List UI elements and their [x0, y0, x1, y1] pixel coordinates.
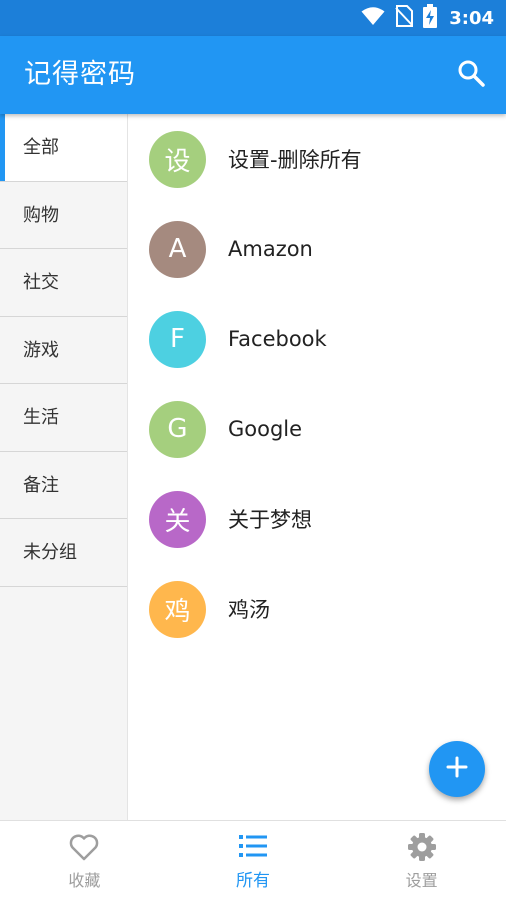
gear-icon	[407, 831, 437, 863]
nav-label: 设置	[405, 870, 438, 890]
nav-favorites[interactable]: 收藏	[0, 821, 169, 900]
app-bar: 记得密码	[0, 36, 506, 114]
status-time: 3:04	[449, 7, 494, 29]
sidebar-item-social[interactable]: 社交	[0, 249, 127, 317]
list-item[interactable]: F Facebook	[128, 294, 506, 384]
avatar: A	[149, 220, 206, 278]
nav-label: 收藏	[68, 870, 101, 890]
list-item-label: 鸡汤	[228, 598, 270, 622]
add-entry-button[interactable]	[429, 741, 485, 797]
avatar: 关	[149, 490, 206, 548]
list-icon	[238, 830, 268, 862]
search-button[interactable]	[454, 58, 488, 92]
avatar: 设	[149, 130, 206, 188]
status-bar: 3:04	[0, 0, 506, 36]
category-sidebar: 全部 购物 社交 游戏 生活 备注 未分组	[0, 114, 128, 820]
plus-icon	[445, 755, 469, 783]
no-sim-icon	[395, 5, 414, 31]
nav-settings[interactable]: 设置	[337, 821, 506, 900]
bottom-navigation: 收藏 所有 设置	[0, 820, 506, 900]
password-entry-list: 设 设置-删除所有 A Amazon F Facebook G Google 关…	[128, 114, 506, 820]
app-title: 记得密码	[24, 59, 136, 90]
search-icon	[457, 59, 485, 91]
wifi-icon	[361, 6, 385, 30]
list-item-label: Facebook	[228, 327, 327, 351]
avatar: 鸡	[149, 580, 206, 638]
list-item-label: Amazon	[228, 237, 313, 261]
list-item[interactable]: G Google	[128, 384, 506, 474]
list-item[interactable]: 鸡 鸡汤	[128, 564, 506, 654]
battery-charging-icon	[423, 4, 438, 32]
sidebar-item-games[interactable]: 游戏	[0, 317, 127, 384]
list-item[interactable]: 关 关于梦想	[128, 474, 506, 564]
list-item-label: 关于梦想	[228, 508, 312, 532]
sidebar-item-life[interactable]: 生活	[0, 384, 127, 452]
sidebar-item-shopping[interactable]: 购物	[0, 182, 127, 249]
list-item[interactable]: A Amazon	[128, 204, 506, 294]
status-icons: 3:04	[361, 0, 494, 36]
avatar: G	[149, 400, 206, 458]
sidebar-item-all[interactable]: 全部	[0, 114, 127, 182]
sidebar-item-notes[interactable]: 备注	[0, 452, 127, 519]
sidebar-item-ungrouped[interactable]: 未分组	[0, 519, 127, 587]
heart-icon	[69, 831, 99, 863]
avatar: F	[149, 310, 206, 368]
nav-label: 所有	[236, 871, 270, 891]
nav-all[interactable]: 所有	[169, 821, 338, 900]
list-item-label: 设置-删除所有	[228, 148, 362, 172]
list-item[interactable]: 设 设置-删除所有	[128, 114, 506, 204]
list-item-label: Google	[228, 417, 303, 441]
